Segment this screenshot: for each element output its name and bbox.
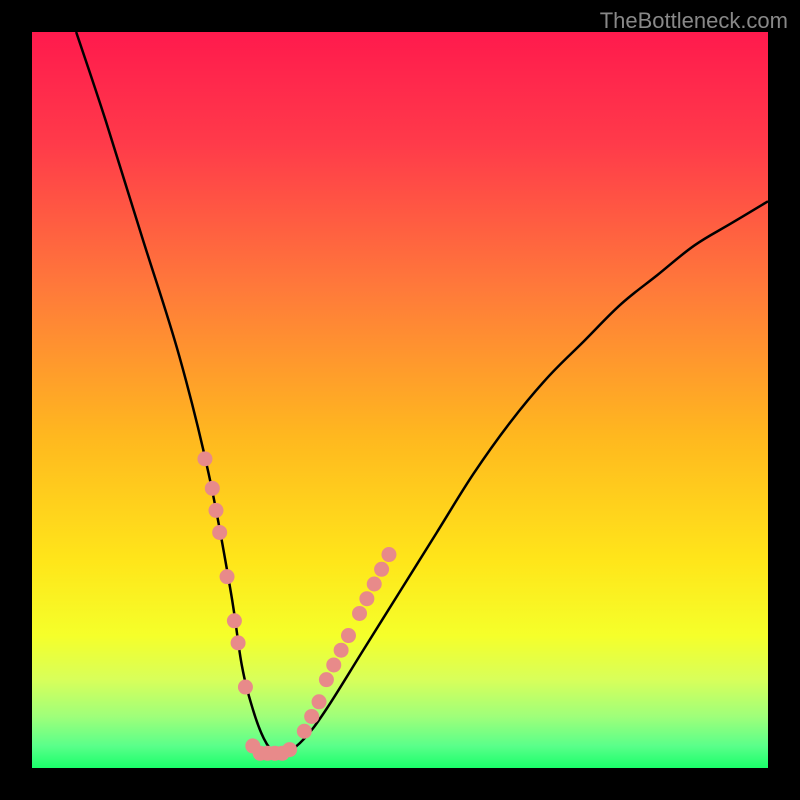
highlight-dot [212,525,227,540]
highlight-dot [231,635,246,650]
highlight-dot [352,606,367,621]
watermark-text: TheBottleneck.com [600,8,788,34]
highlight-dot [367,577,382,592]
highlight-dot [282,742,297,757]
highlight-dot [209,503,224,518]
highlight-dot [205,481,220,496]
gradient-background [32,32,768,768]
highlight-dot [297,724,312,739]
chart-svg [32,32,768,768]
highlight-dot [319,672,334,687]
highlight-dot [359,591,374,606]
chart-plot-area [32,32,768,768]
highlight-dot [374,562,389,577]
highlight-dot [220,569,235,584]
highlight-dot [381,547,396,562]
highlight-dot [326,657,341,672]
highlight-dot [238,680,253,695]
highlight-dot [312,694,327,709]
highlight-dot [341,628,356,643]
highlight-dot [304,709,319,724]
highlight-dot [334,643,349,658]
highlight-dot [227,613,242,628]
highlight-dot [197,451,212,466]
